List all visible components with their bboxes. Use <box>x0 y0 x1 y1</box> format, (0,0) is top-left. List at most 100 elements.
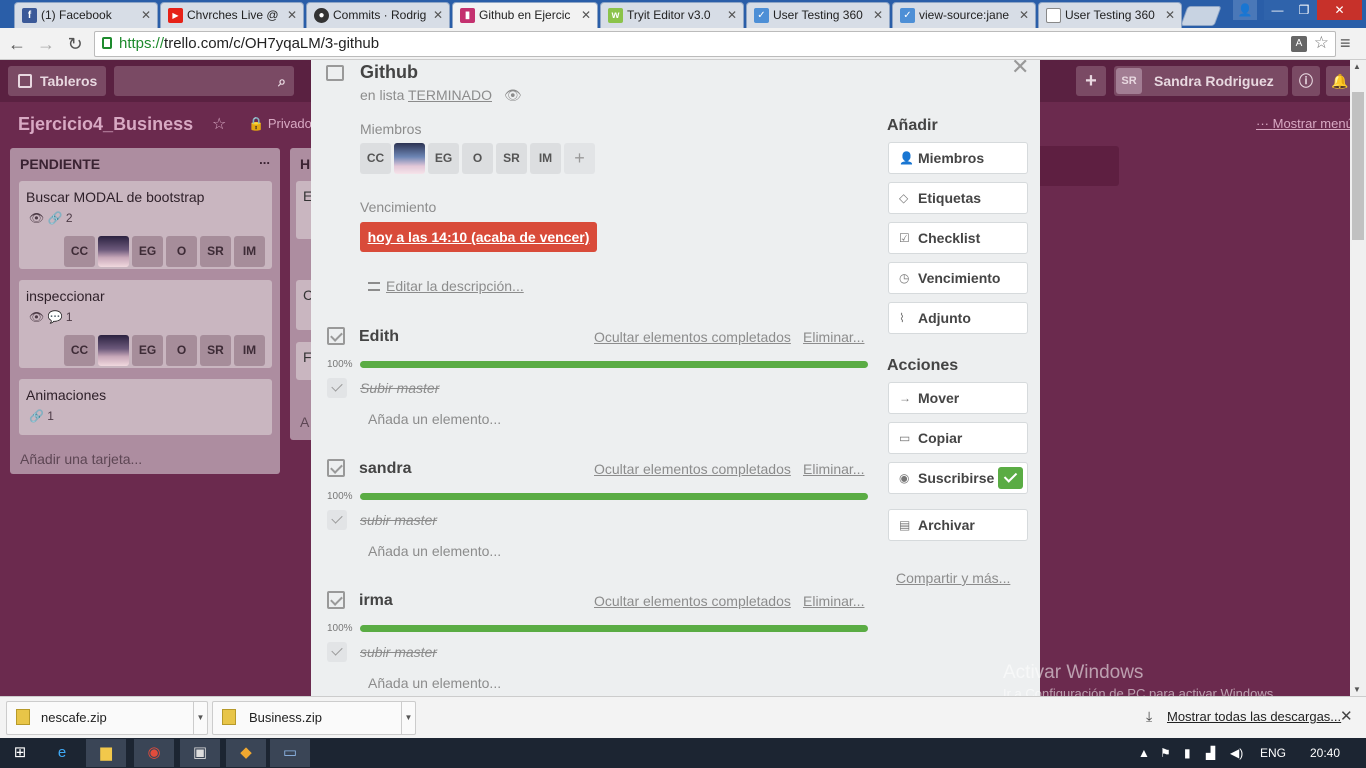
tab-chvrches[interactable]: ▶ Chvrches Live @ ✕ <box>160 2 304 28</box>
show-menu-link[interactable]: ··· Mostrar menú <box>1256 116 1353 131</box>
chrome-menu-icon[interactable]: ≡ <box>1340 34 1358 52</box>
scrollbar-thumb[interactable] <box>1352 92 1364 240</box>
window-close-button[interactable]: ✕ <box>1317 0 1362 20</box>
close-icon[interactable]: ✕ <box>287 3 297 27</box>
back-icon[interactable]: ← <box>5 32 29 56</box>
show-all-downloads-link[interactable]: Mostrar todas las descargas... <box>1167 709 1341 724</box>
avatar[interactable]: CC <box>64 335 95 366</box>
flag-icon[interactable]: ⚑ <box>1160 746 1171 760</box>
chevron-down-icon[interactable]: ▼ <box>193 702 207 734</box>
download-item[interactable]: Business.zip ▼ <box>212 701 416 735</box>
item-checkbox[interactable] <box>327 510 347 530</box>
attachment-button[interactable]: ⌇ Adjunto <box>888 302 1028 334</box>
board-search-input[interactable]: ⌕ <box>114 66 294 96</box>
maximize-button[interactable]: ❐ <box>1291 0 1317 20</box>
minimize-button[interactable]: — <box>1264 0 1291 20</box>
close-icon[interactable]: ✕ <box>1011 60 1029 80</box>
network-icon[interactable]: ▟ <box>1206 746 1215 760</box>
card-animaciones[interactable]: Animaciones 🔗 1 <box>19 379 272 435</box>
delete-checklist-link[interactable]: Eliminar... <box>803 593 864 609</box>
partial-add-card[interactable]: A <box>300 414 309 430</box>
member-avatar[interactable]: EG <box>428 143 459 174</box>
chrome-icon[interactable]: ◉ <box>134 739 174 767</box>
git-icon[interactable]: ◆ <box>226 739 266 767</box>
card-inspeccionar[interactable]: inspeccionar 👁 💬 1 CC EG O SR IM <box>19 280 272 368</box>
avatar[interactable]: SR <box>200 236 231 267</box>
tab-user-testing-2[interactable]: User Testing 360 ✕ <box>1038 2 1182 28</box>
avatar[interactable]: EG <box>132 335 163 366</box>
star-icon[interactable]: ☆ <box>212 114 226 134</box>
list-title[interactable]: H <box>300 156 310 172</box>
avatar[interactable]: IM <box>234 335 265 366</box>
tab-user-testing[interactable]: ✓ User Testing 360 ✕ <box>746 2 890 28</box>
share-link[interactable]: Compartir y más... <box>896 570 1010 586</box>
add-item-link[interactable]: Añada un elemento... <box>368 411 501 427</box>
due-date-button[interactable]: hoy a las 14:10 (acaba de vencer) <box>360 222 597 252</box>
chevron-down-icon[interactable]: ▼ <box>401 702 415 734</box>
item-checkbox[interactable] <box>327 642 347 662</box>
item-checkbox[interactable] <box>327 378 347 398</box>
volume-icon[interactable]: ◀) <box>1230 746 1243 760</box>
tab-github-trello[interactable]: ▮ Github en Ejercic ✕ <box>452 2 598 28</box>
boards-button[interactable]: Tableros <box>8 66 106 96</box>
checklist-title[interactable]: irma <box>359 592 393 610</box>
bookmark-star-icon[interactable]: ☆ <box>1314 33 1329 53</box>
subscribe-button[interactable]: ◉ Suscribirse <box>888 462 1028 494</box>
avatar[interactable]: IM <box>234 236 265 267</box>
labels-button[interactable]: ◇ Etiquetas <box>888 182 1028 214</box>
members-button[interactable]: 👤 Miembros <box>888 142 1028 174</box>
forward-icon[interactable]: → <box>34 32 58 56</box>
scroll-down-icon[interactable]: ▼ <box>1353 685 1361 694</box>
avatar[interactable]: SR <box>200 335 231 366</box>
move-button[interactable]: → Mover <box>888 382 1028 414</box>
due-date-sidebar-button[interactable]: ◷ Vencimiento <box>888 262 1028 294</box>
user-profile-icon[interactable]: 👤 <box>1233 0 1257 20</box>
avatar[interactable]: CC <box>64 236 95 267</box>
hide-completed-link[interactable]: Ocultar elementos completados <box>594 461 791 477</box>
delete-checklist-link[interactable]: Eliminar... <box>803 329 864 345</box>
card-title[interactable]: Github <box>360 62 418 83</box>
member-avatar[interactable]: CC <box>360 143 391 174</box>
avatar[interactable]: O <box>166 335 197 366</box>
copy-button[interactable]: ▭ Copiar <box>888 422 1028 454</box>
notepad-icon[interactable]: ▣ <box>180 739 220 767</box>
translate-icon[interactable]: A <box>1291 36 1307 52</box>
close-icon[interactable]: ✕ <box>141 3 151 27</box>
page-scrollbar[interactable]: ▲ ▼ <box>1350 60 1366 696</box>
avatar-photo[interactable] <box>98 335 129 366</box>
reload-icon[interactable]: ↻ <box>63 32 87 56</box>
add-member-button[interactable]: + <box>564 143 595 174</box>
checklist-item[interactable]: subir master <box>360 512 437 528</box>
checklist-item[interactable]: Subir master <box>360 380 439 396</box>
avatar-photo[interactable] <box>98 236 129 267</box>
download-item[interactable]: nescafe.zip ▼ <box>6 701 208 735</box>
scroll-up-icon[interactable]: ▲ <box>1353 62 1361 71</box>
card-buscar-modal[interactable]: Buscar MODAL de bootstrap 👁 🔗 2 CC EG O … <box>19 181 272 269</box>
list-title[interactable]: PENDIENTE <box>20 156 100 172</box>
file-explorer-icon[interactable]: ▆ <box>86 739 126 767</box>
hide-completed-link[interactable]: Ocultar elementos completados <box>594 593 791 609</box>
board-title[interactable]: Ejercicio4_Business <box>18 114 193 135</box>
checklist-title[interactable]: sandra <box>359 460 411 478</box>
add-item-link[interactable]: Añada un elemento... <box>368 675 501 691</box>
new-tab-button[interactable] <box>1180 6 1222 26</box>
member-avatar[interactable]: SR <box>496 143 527 174</box>
windows-start-icon[interactable]: ⊞ <box>0 739 40 767</box>
tab-tryit[interactable]: w Tryit Editor v3.0 ✕ <box>600 2 744 28</box>
address-bar[interactable]: https://trello.com/c/OH7yqaLM/3-github A… <box>94 31 1336 57</box>
clock[interactable]: 20:40 <box>1310 746 1340 760</box>
close-icon[interactable]: ✕ <box>1340 707 1353 725</box>
tab-facebook[interactable]: f (1) Facebook ✕ <box>14 2 158 28</box>
archive-button[interactable]: ▤ Archivar <box>888 509 1028 541</box>
add-item-link[interactable]: Añada un elemento... <box>368 543 501 559</box>
user-menu-button[interactable]: SR Sandra Rodriguez <box>1114 66 1288 96</box>
language-indicator[interactable]: ENG <box>1260 746 1286 760</box>
avatar[interactable]: O <box>166 236 197 267</box>
list-link[interactable]: TERMINADO <box>408 87 492 103</box>
edit-description-link[interactable]: Editar la descripción... <box>368 278 524 294</box>
member-avatar[interactable]: O <box>462 143 493 174</box>
member-avatar[interactable]: IM <box>530 143 561 174</box>
internet-explorer-icon[interactable]: e <box>42 739 82 767</box>
hide-completed-link[interactable]: Ocultar elementos completados <box>594 329 791 345</box>
checklist-title[interactable]: Edith <box>359 328 399 346</box>
